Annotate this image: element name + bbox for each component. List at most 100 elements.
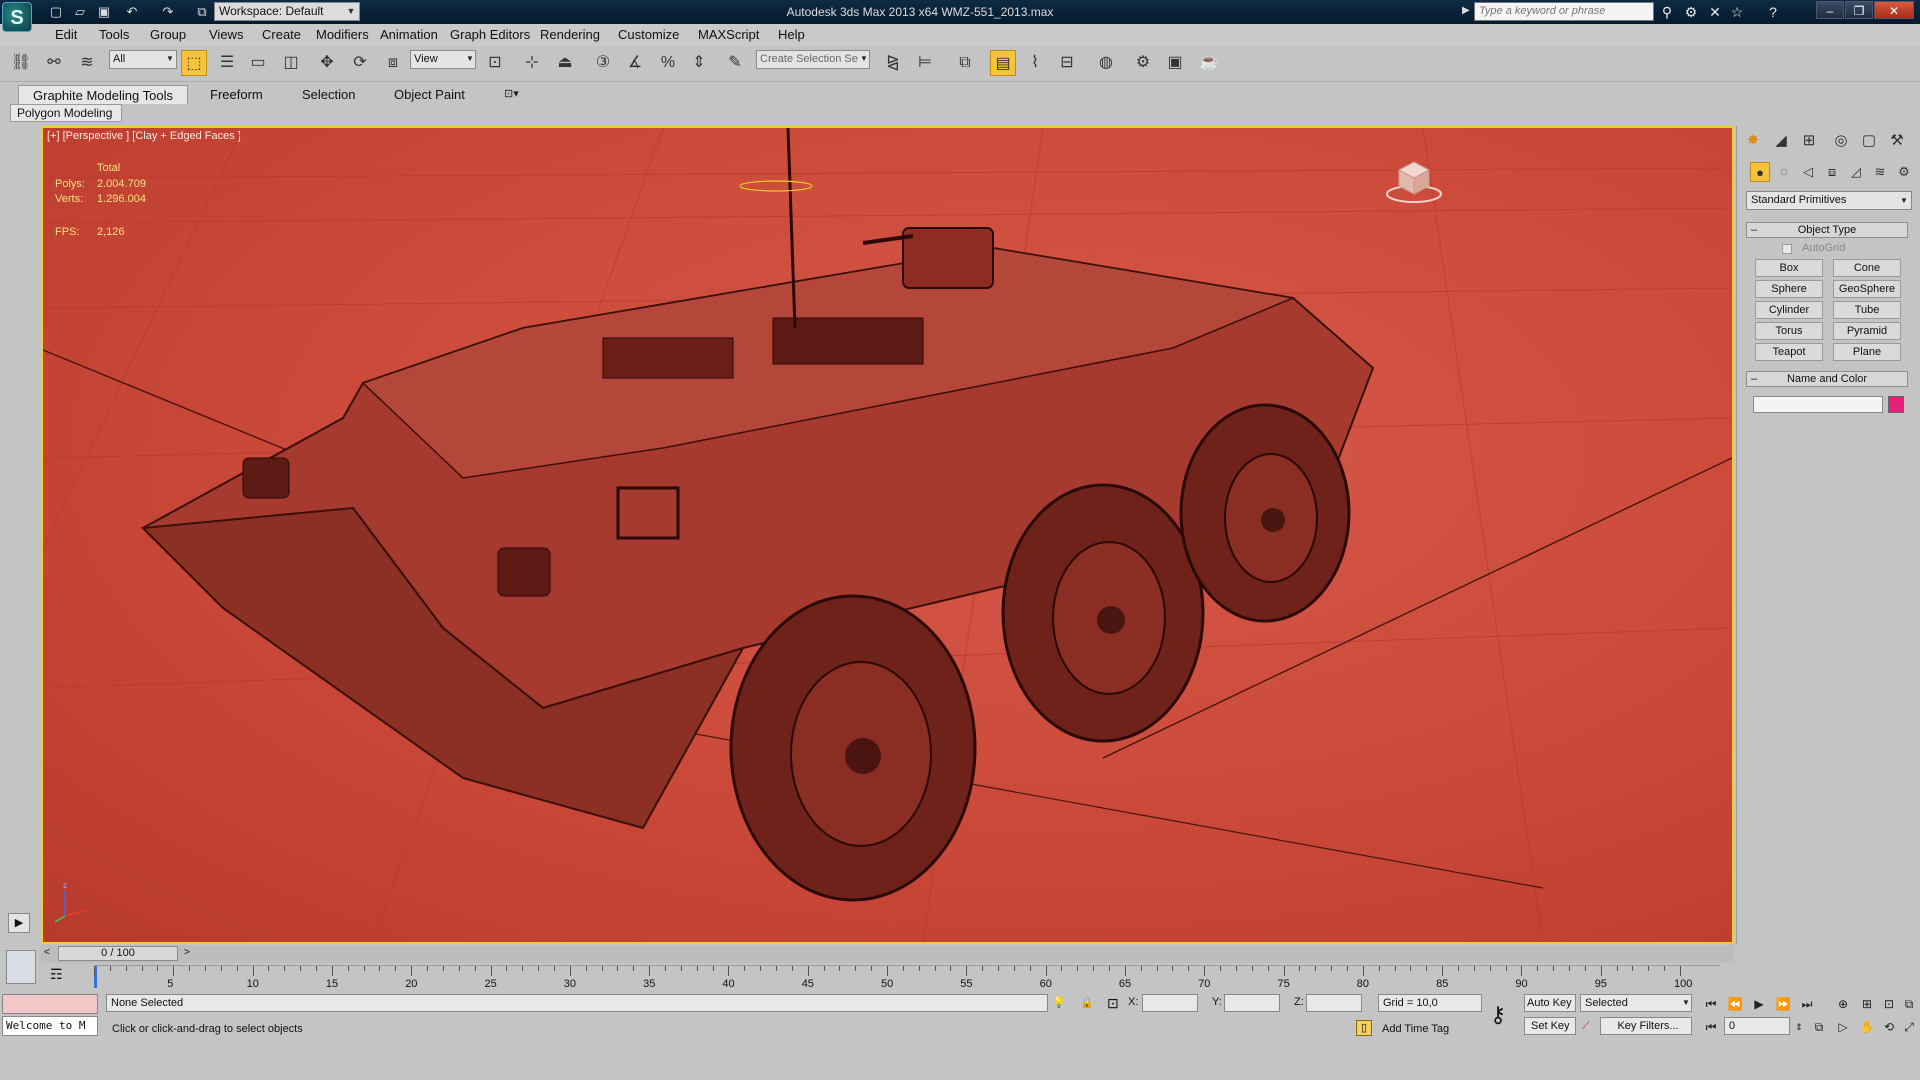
- key-mode-arrow-icon[interactable]: ▼: [1682, 998, 1690, 1007]
- mini-curve-editor-icon[interactable]: [6, 950, 36, 984]
- cameras-category-icon[interactable]: ⧈: [1822, 162, 1842, 182]
- layer-manager-icon[interactable]: ⧉: [952, 50, 978, 76]
- menu-tools[interactable]: Tools: [99, 26, 129, 44]
- helpers-category-icon[interactable]: ◿: [1846, 162, 1866, 182]
- select-and-rotate-icon[interactable]: ⟳: [347, 50, 373, 76]
- object-name-input[interactable]: [1753, 396, 1883, 413]
- play-animation-icon[interactable]: ▶: [1748, 994, 1770, 1014]
- primitive-category-dropdown[interactable]: Standard Primitives: [1746, 191, 1912, 210]
- key-filters-button[interactable]: Key Filters...: [1600, 1017, 1692, 1035]
- minimize-button[interactable]: –: [1816, 1, 1844, 19]
- zoom-icon[interactable]: ⊕: [1832, 994, 1854, 1014]
- z-coordinate-input[interactable]: [1306, 994, 1362, 1012]
- align-icon[interactable]: ⊨: [912, 50, 938, 76]
- maximize-viewport-toggle-icon[interactable]: ⤢: [1898, 1017, 1920, 1037]
- edit-named-selection-icon[interactable]: ✎: [722, 50, 748, 76]
- add-time-tag-button[interactable]: Add Time Tag: [1382, 1023, 1449, 1035]
- menu-help[interactable]: Help: [778, 26, 805, 44]
- select-by-name-icon[interactable]: ☰: [214, 50, 240, 76]
- space-warps-category-icon[interactable]: ≋: [1870, 162, 1890, 182]
- autogrid-checkbox[interactable]: [1782, 244, 1792, 254]
- reference-coordinate-arrow-icon[interactable]: ▼: [466, 54, 474, 63]
- communication-center-icon[interactable]: ✕: [1706, 3, 1724, 21]
- unlink-icon[interactable]: ⚯: [41, 50, 67, 76]
- close-button[interactable]: ✕: [1874, 1, 1914, 19]
- search-expand-icon[interactable]: ▶: [1462, 5, 1470, 16]
- menu-views[interactable]: Views: [209, 26, 243, 44]
- restore-button[interactable]: ❐: [1845, 1, 1873, 19]
- spinner-snap-icon[interactable]: ⇕: [686, 50, 712, 76]
- polygon-modeling-panel[interactable]: Polygon Modeling: [10, 104, 122, 122]
- percent-snap-icon[interactable]: %: [655, 50, 681, 76]
- maxscript-output-field[interactable]: [2, 994, 98, 1014]
- time-tag-icon[interactable]: ▯: [1356, 1020, 1372, 1036]
- keyboard-shortcut-override-icon[interactable]: ⏏: [552, 50, 578, 76]
- systems-category-icon[interactable]: ⚙: [1894, 162, 1914, 182]
- zoom-extents-icon[interactable]: ⊡: [1878, 994, 1900, 1014]
- menu-customize[interactable]: Customize: [618, 26, 679, 44]
- binoculars-icon[interactable]: ⚲: [1658, 3, 1676, 21]
- tab-freeform[interactable]: Freeform: [196, 85, 277, 104]
- app-logo-icon[interactable]: S: [2, 2, 32, 32]
- go-to-start-icon[interactable]: ⏮: [1700, 994, 1722, 1014]
- bind-space-warp-icon[interactable]: ≋: [74, 50, 100, 76]
- selection-lock-icon[interactable]: 🔒: [1080, 996, 1094, 1009]
- field-of-view-icon[interactable]: ▷: [1832, 1017, 1854, 1037]
- orbit-icon[interactable]: ⟲: [1878, 1017, 1900, 1037]
- zoom-extents-all-icon[interactable]: ⧉: [1898, 994, 1920, 1014]
- primitive-category-arrow-icon[interactable]: ▼: [1900, 196, 1908, 205]
- named-selection-arrow-icon[interactable]: ▼: [860, 54, 868, 63]
- render-setup-icon[interactable]: ⚙: [1130, 50, 1156, 76]
- next-frame-icon[interactable]: ⏩: [1772, 994, 1794, 1014]
- torus-button[interactable]: Torus: [1755, 322, 1823, 340]
- cylinder-button[interactable]: Cylinder: [1755, 301, 1823, 319]
- rectangular-selection-icon[interactable]: ▭: [245, 50, 271, 76]
- menu-rendering[interactable]: Rendering: [540, 26, 600, 44]
- render-production-icon[interactable]: ☕: [1196, 50, 1222, 76]
- angle-snap-icon[interactable]: ∡: [622, 50, 648, 76]
- ribbon-options-icon[interactable]: ⊡▾: [504, 87, 519, 100]
- tab-object-paint[interactable]: Object Paint: [380, 85, 479, 104]
- perspective-viewport[interactable]: [+] [Perspective ] [Clay + Edged Faces ]…: [41, 126, 1734, 944]
- modify-tab-icon[interactable]: ◢: [1770, 130, 1792, 152]
- menu-graph-editors[interactable]: Graph Editors: [450, 26, 530, 44]
- default-in-out-tangent-icon[interactable]: ⟋: [1582, 1020, 1590, 1033]
- teapot-button[interactable]: Teapot: [1755, 343, 1823, 361]
- object-type-rollout-header[interactable]: – Object Type: [1746, 222, 1908, 238]
- view-cube-icon[interactable]: [1385, 154, 1443, 204]
- curve-editor-icon[interactable]: ⌇: [1022, 50, 1048, 76]
- absolute-relative-transform-icon[interactable]: ⊡: [1107, 995, 1119, 1012]
- pan-view-icon[interactable]: ✋: [1856, 1017, 1878, 1037]
- schematic-view-icon[interactable]: ⊟: [1054, 50, 1080, 76]
- expand-viewport-icon[interactable]: ▶: [8, 913, 30, 933]
- time-configuration-icon[interactable]: ⧉: [1808, 1017, 1830, 1037]
- geometry-category-icon[interactable]: ●: [1750, 162, 1770, 182]
- snaps-toggle-icon[interactable]: ③: [590, 50, 616, 76]
- manipulate-icon[interactable]: ⊹: [519, 50, 545, 76]
- lights-category-icon[interactable]: ◁: [1798, 162, 1818, 182]
- object-color-swatch[interactable]: [1888, 396, 1904, 413]
- material-editor-icon[interactable]: ◍: [1093, 50, 1119, 76]
- tab-selection[interactable]: Selection: [288, 85, 369, 104]
- isolate-selection-icon[interactable]: 💡: [1052, 996, 1066, 1009]
- select-object-icon[interactable]: ⬚: [181, 50, 207, 76]
- time-slider[interactable]: [41, 945, 1734, 963]
- window-crossing-icon[interactable]: ◫: [278, 50, 304, 76]
- menu-maxscript[interactable]: MAXScript: [698, 26, 759, 44]
- time-slider-thumb[interactable]: 0 / 100: [58, 946, 178, 961]
- time-slider-next-icon[interactable]: >: [184, 947, 190, 958]
- set-key-mode-icon[interactable]: ⚷: [1490, 1002, 1506, 1028]
- display-tab-icon[interactable]: ▢: [1858, 130, 1880, 152]
- key-mode-dropdown[interactable]: Selected: [1580, 994, 1692, 1012]
- x-coordinate-input[interactable]: [1142, 994, 1198, 1012]
- go-to-end-icon[interactable]: ⏭: [1796, 994, 1818, 1014]
- menu-create[interactable]: Create: [262, 26, 301, 44]
- current-frame-input[interactable]: 0: [1724, 1017, 1790, 1035]
- tube-button[interactable]: Tube: [1833, 301, 1901, 319]
- plane-button[interactable]: Plane: [1833, 343, 1901, 361]
- key-mode-toggle-icon[interactable]: ⏮: [1700, 1017, 1722, 1037]
- sphere-button[interactable]: Sphere: [1755, 280, 1823, 298]
- menu-edit[interactable]: Edit: [55, 26, 77, 44]
- select-and-move-icon[interactable]: ✥: [314, 50, 340, 76]
- utilities-tab-icon[interactable]: ⚒: [1886, 130, 1908, 152]
